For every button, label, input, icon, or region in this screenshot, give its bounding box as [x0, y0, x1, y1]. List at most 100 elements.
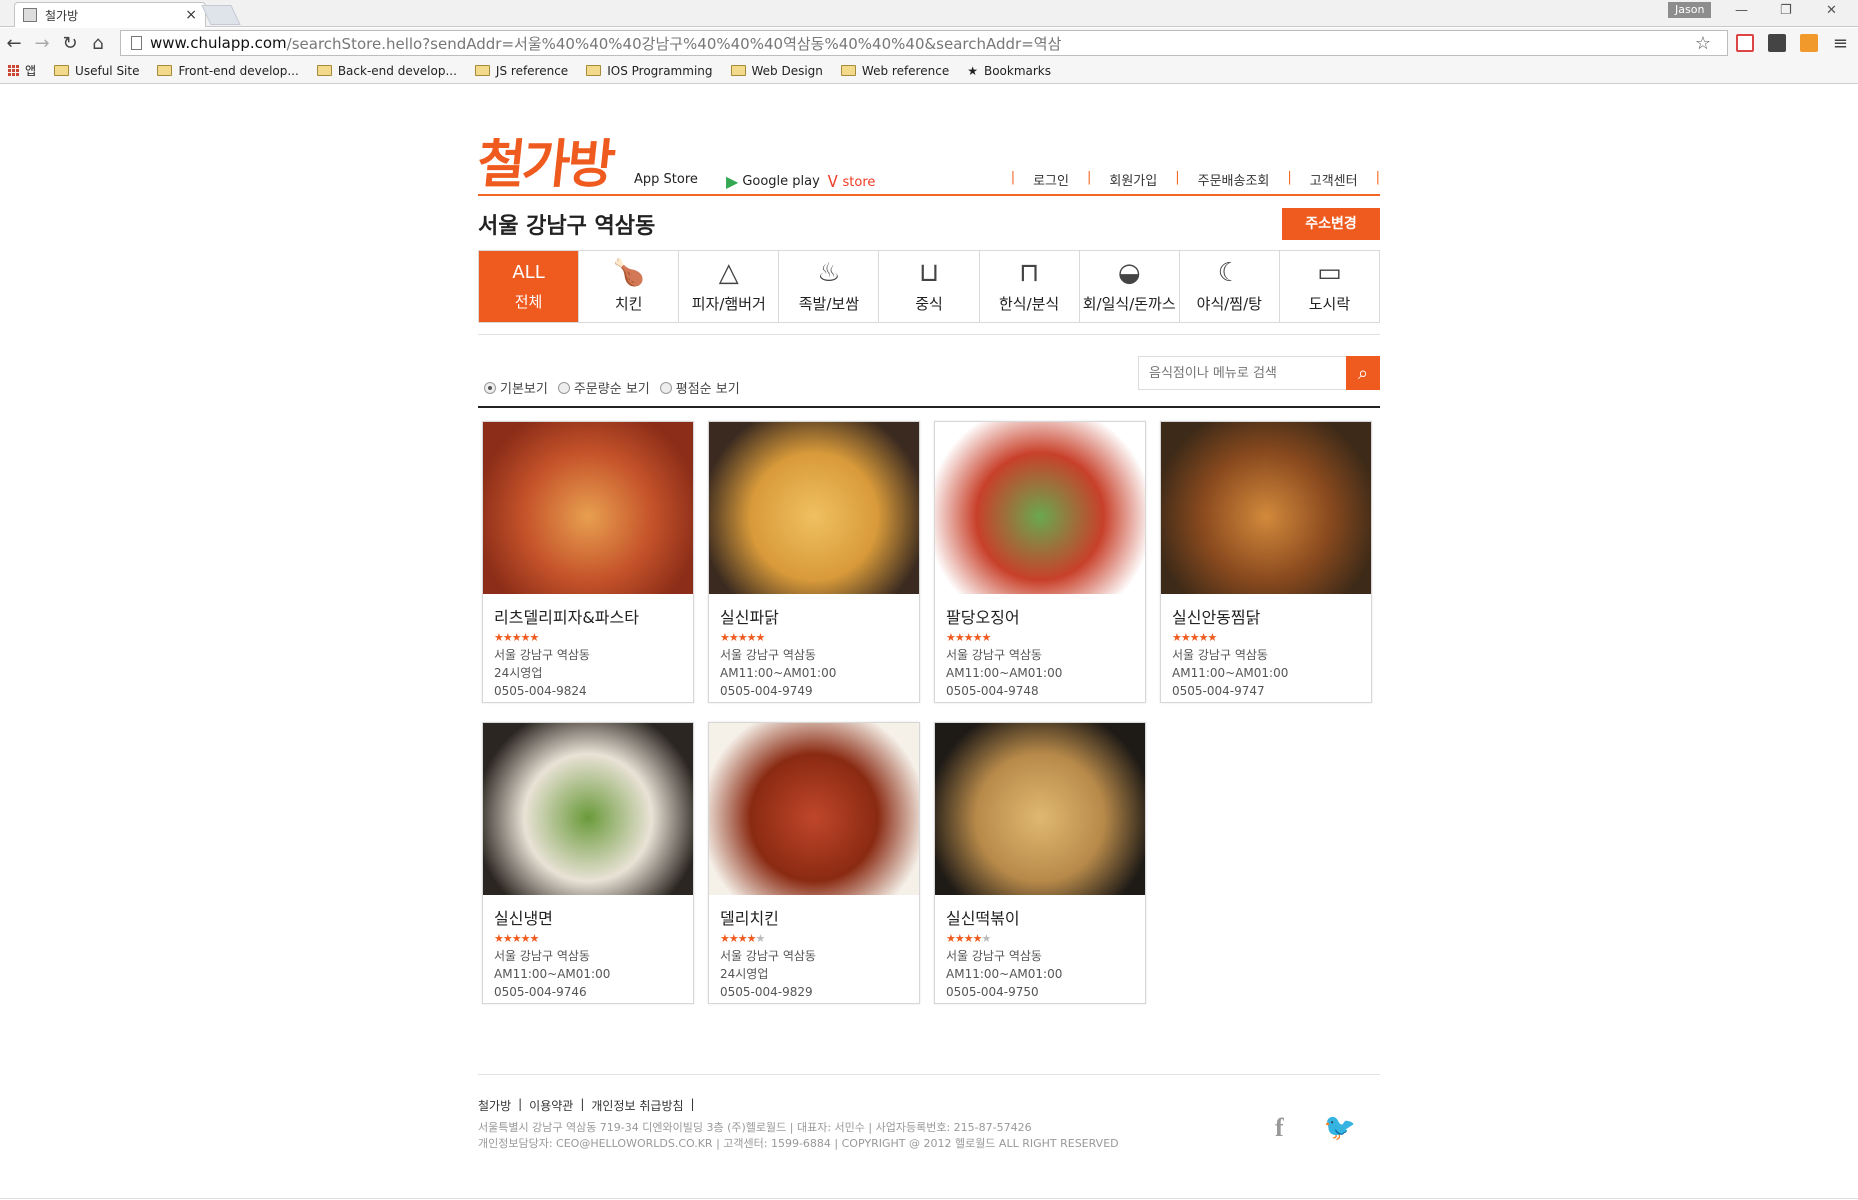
new-tab-button[interactable] [201, 5, 241, 25]
tstore-icon: Ꮩ [828, 172, 839, 191]
social-links: f 🐦 [1275, 1113, 1356, 1143]
login-link[interactable]: 로그인 [1033, 170, 1069, 189]
support-link[interactable]: 고객센터 [1310, 170, 1358, 189]
store-card[interactable]: 실신안동찜닭 ★★★★★ 서울 강남구 역삼동 AM11:00~AM01:00 0505… [1160, 421, 1372, 703]
store-name[interactable]: 실신떡볶이 [946, 905, 1134, 929]
url-path: /searchStore.hello?sendAddr=서울%40%40%40강… [286, 34, 1062, 53]
store-name[interactable]: 실신안동찜닭 [1172, 604, 1360, 628]
forward-icon[interactable]: → [28, 33, 56, 54]
minimize-icon[interactable]: — [1735, 3, 1748, 18]
category-chinese[interactable]: ⊔ 중식 [879, 251, 980, 322]
star-icon: ★ [720, 932, 730, 945]
twitter-icon[interactable]: 🐦 [1324, 1113, 1356, 1143]
store-photo[interactable] [1161, 422, 1371, 594]
off-extension-icon[interactable] [1768, 34, 1786, 52]
home-icon[interactable]: ⌂ [84, 33, 112, 54]
change-address-button[interactable]: 주소변경 [1282, 208, 1380, 240]
tstore-link[interactable]: Ꮩstore [828, 172, 875, 192]
bookmark-folder[interactable]: Back-end develop... [316, 64, 457, 78]
app-store-link[interactable]: App Store [630, 172, 698, 187]
sort-default[interactable]: 기본보기 [484, 378, 548, 397]
search-button[interactable]: ⌕ [1346, 356, 1380, 390]
search-input[interactable] [1138, 356, 1346, 390]
search-icon: ⌕ [1357, 362, 1369, 384]
profile-badge[interactable]: Jason [1668, 2, 1712, 18]
category-pork[interactable]: ♨ 족발/보쌈 [779, 251, 880, 322]
store-card[interactable]: 실신떡볶이 ★★★★★ 서울 강남구 역삼동 AM11:00~AM01:00 0505-… [934, 722, 1146, 1004]
footer-link-privacy[interactable]: 개인정보 취급방침 [591, 1097, 683, 1114]
chinese-icon: ⊔ [918, 258, 940, 288]
category-all[interactable]: ALL 전체 [479, 251, 580, 322]
sort-rating[interactable]: 평점순 보기 [659, 378, 740, 397]
page-icon [131, 36, 142, 50]
store-area: 서울 강남구 역삼동 [494, 949, 590, 963]
google-play-link[interactable]: ▶ Google play [726, 172, 820, 191]
browser-menu-icon[interactable]: ≡ [1833, 33, 1848, 54]
store-card[interactable]: 리츠델리피자&파스타 ★★★★★ 서울 강남구 역삼동 24시영업 0505-004-9… [482, 421, 694, 703]
star-icon: ★ [511, 631, 522, 644]
reload-icon[interactable]: ↻ [56, 33, 84, 54]
facebook-icon[interactable]: f [1275, 1113, 1284, 1143]
bookmarks-bar: 앱 Useful Site Front-end develop... Back-… [0, 58, 1858, 84]
bookmark-folder[interactable]: Web Design [730, 64, 823, 78]
bookmark-folder[interactable]: JS reference [474, 64, 568, 78]
divider [478, 334, 1380, 335]
store-photo[interactable] [709, 723, 919, 895]
bookmark-folder[interactable]: Web reference [840, 64, 949, 78]
address-bar[interactable]: www.chulapp.com/searchStore.hello?sendAd… [120, 30, 1728, 56]
category-fish[interactable]: ◒ 회/일식/돈까스 [1080, 251, 1180, 322]
store-name[interactable]: 실신파닭 [720, 604, 908, 628]
back-icon[interactable]: ← [0, 33, 28, 54]
store-photo[interactable] [935, 422, 1145, 594]
store-photo[interactable] [935, 723, 1145, 895]
sort-orders[interactable]: 주문량순 보기 [557, 378, 650, 397]
store-photo[interactable] [483, 723, 693, 895]
site-logo[interactable]: 철가방 [474, 122, 616, 197]
signup-link[interactable]: 회원가입 [1109, 170, 1157, 189]
bookmark-star[interactable]: ★ Bookmarks [967, 64, 1051, 78]
store-photo[interactable] [709, 422, 919, 594]
store-name[interactable]: 팔당오징어 [946, 604, 1134, 628]
bookmark-folder[interactable]: IOS Programming [586, 64, 713, 78]
store-area: 서울 강남구 역삼동 [720, 949, 816, 963]
footer-link-home[interactable]: 철가방 [478, 1097, 511, 1114]
category-lunchbox[interactable]: ▭ 도시락 [1280, 251, 1379, 322]
site-header: 철가방 App Store ▶ Google play Ꮩstore | 로그인 |… [474, 84, 1380, 196]
folder-icon [474, 65, 490, 76]
store-card[interactable]: 실신파닭 ★★★★★ 서울 강남구 역삼동 AM11:00~AM01:00 0505-0… [708, 421, 920, 703]
close-window-icon[interactable]: ✕ [1826, 3, 1837, 18]
store-name[interactable]: 실신냉면 [494, 905, 682, 929]
star-icon: ★ [1180, 631, 1191, 644]
footer-link-terms[interactable]: 이용약관 [529, 1097, 573, 1114]
bookmark-apps[interactable]: 앱 [8, 62, 36, 79]
star-icon: ★ [728, 631, 739, 644]
restore-icon[interactable]: ❐ [1780, 3, 1792, 18]
category-chicken[interactable]: 🍗 치킨 [579, 251, 680, 322]
star-icon: ★ [967, 63, 978, 78]
store-name[interactable]: 델리치킨 [720, 905, 908, 929]
url-host: www.chulapp.com [150, 34, 287, 52]
folder-icon [586, 65, 602, 76]
order-track-link[interactable]: 주문배송조회 [1198, 170, 1270, 189]
close-tab-icon[interactable]: × [185, 7, 197, 23]
store-card[interactable]: 실신냉면 ★★★★★ 서울 강남구 역삼동 AM11:00~AM01:00 0505-0… [482, 722, 694, 1004]
category-night[interactable]: ☾ 야식/찜/탕 [1180, 251, 1280, 322]
gmail-extension-icon[interactable] [1736, 34, 1754, 52]
store-photo[interactable] [483, 422, 693, 594]
radio-icon [557, 381, 570, 394]
category-korean[interactable]: ⊓ 한식/분식 [980, 251, 1080, 322]
bookmark-folder[interactable]: Front-end develop... [157, 64, 299, 78]
bookmark-star-icon[interactable]: ☆ [1695, 33, 1711, 54]
lunchbox-icon: ▭ [1317, 258, 1342, 288]
store-name[interactable]: 리츠델리피자&파스타 [494, 604, 682, 628]
star-icon: ★ [511, 932, 522, 945]
star-icon: ★ [1207, 631, 1218, 644]
store-card[interactable]: 델리치킨 ★★★★★ 서울 강남구 역삼동 24시영업 0505-004-9829 [708, 722, 920, 1004]
chart-extension-icon[interactable] [1800, 34, 1818, 52]
browser-tab[interactable]: 철가방 × [14, 2, 206, 27]
star-icon: ★ [755, 631, 766, 644]
star-icon: ★ [737, 631, 748, 644]
category-pizza[interactable]: △ 피자/햄버거 [679, 251, 780, 322]
store-card[interactable]: 팔당오징어 ★★★★★ 서울 강남구 역삼동 AM11:00~AM01:00 0505-… [934, 421, 1146, 703]
bookmark-folder[interactable]: Useful Site [54, 64, 139, 78]
